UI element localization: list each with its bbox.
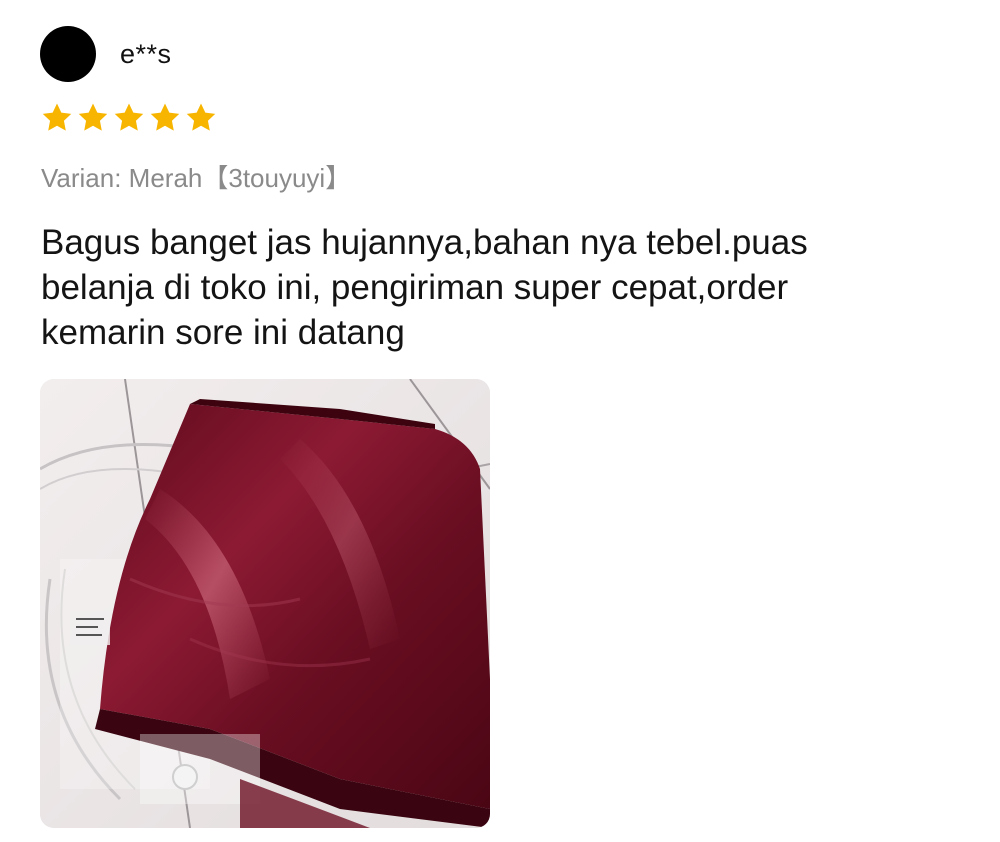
star-icon <box>150 103 180 131</box>
review-photo[interactable] <box>40 379 490 828</box>
reviewer-name: e**s <box>120 38 172 69</box>
star-rating <box>40 101 218 135</box>
star-icon <box>78 103 108 131</box>
star-icon <box>42 103 72 131</box>
review-card: e**s Varian: Merah【3touyuyi】 Bagus bange… <box>0 0 1000 842</box>
variant-label: Varian: Merah【3touyuyi】 <box>41 163 352 193</box>
review-header: e**s <box>40 26 172 82</box>
avatar[interactable] <box>40 26 96 82</box>
star-icon <box>186 103 216 131</box>
raincoat-package-photo <box>40 379 490 828</box>
star-icon <box>114 103 144 131</box>
review-comment: Bagus banget jas hujannya,bahan nya tebe… <box>41 223 808 352</box>
